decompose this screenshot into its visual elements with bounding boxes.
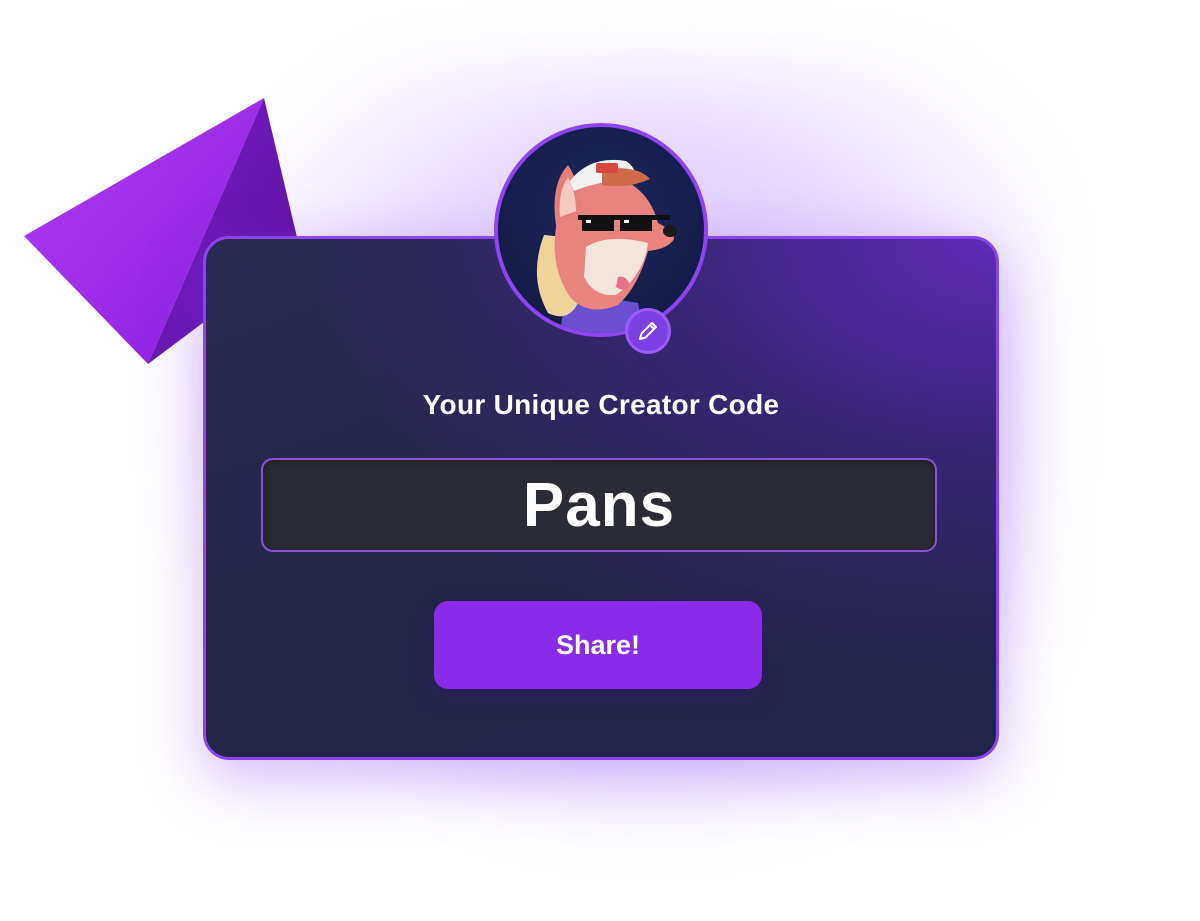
avatar[interactable] <box>494 123 708 337</box>
card-heading: Your Unique Creator Code <box>422 389 780 420</box>
edit-avatar-button[interactable] <box>625 308 671 354</box>
creator-code-field[interactable]: Pans <box>261 458 937 552</box>
pencil-icon <box>639 322 657 340</box>
fox-avatar-icon <box>536 159 677 333</box>
creator-code-stage: Your Unique Creator Code Pans Share! <box>0 0 1200 921</box>
creator-code-value: Pans <box>522 470 676 540</box>
share-button[interactable]: Share! <box>434 601 762 689</box>
